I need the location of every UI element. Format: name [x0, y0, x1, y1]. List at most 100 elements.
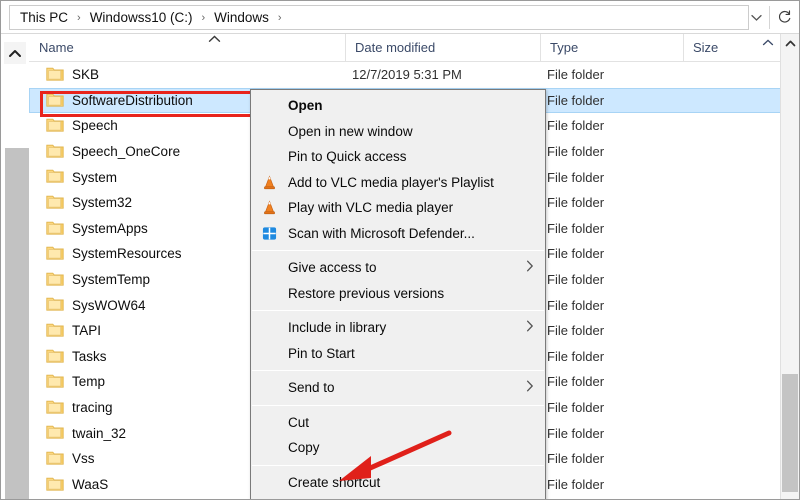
file-name-cell: Speech_OneCore — [72, 144, 181, 160]
menu-item-label: Cut — [288, 414, 310, 430]
column-header-type[interactable]: Type — [541, 34, 684, 61]
folder-icon — [46, 373, 64, 388]
file-name-cell: WaaS — [72, 476, 109, 492]
left-scroll-strip — [1, 34, 29, 499]
column-header-date-modified[interactable]: Date modified — [346, 34, 541, 61]
file-name-cell: SKB — [72, 67, 100, 83]
type-cell: File folder — [547, 323, 605, 339]
type-cell: File folder — [547, 400, 605, 416]
menu-separator — [252, 370, 544, 371]
folder-icon — [46, 194, 64, 209]
menu-item-play-with-vlc-media-player[interactable]: Play with VLC media player — [251, 195, 545, 221]
menu-item-copy[interactable]: Copy — [251, 435, 545, 461]
menu-item-label: Include in library — [288, 320, 387, 336]
menu-item-label: Copy — [288, 440, 320, 456]
file-explorer-window: This PC › Windowss10 (C:) › Windows › Na… — [0, 0, 800, 500]
menu-item-delete[interactable]: Delete — [251, 495, 545, 499]
file-name-cell: Vss — [72, 451, 95, 467]
file-name-cell: SystemApps — [72, 220, 148, 236]
breadcrumb-item-this-pc[interactable]: This PC — [18, 10, 70, 25]
scrollbar-thumb[interactable] — [782, 374, 798, 492]
table-row[interactable]: SKB 12/7/2019 5:31 PM File folder — [29, 62, 783, 88]
file-name-cell: Temp — [72, 374, 106, 390]
folder-icon — [46, 92, 64, 107]
folder-icon — [46, 424, 64, 439]
menu-item-include-in-library[interactable]: Include in library — [251, 315, 545, 341]
breadcrumb-item-drive[interactable]: Windowss10 (C:) — [88, 10, 195, 25]
address-divider — [769, 6, 770, 29]
scrollbar-track-left[interactable] — [3, 72, 29, 499]
menu-item-label: Scan with Microsoft Defender... — [288, 225, 475, 241]
menu-item-restore-previous-versions[interactable]: Restore previous versions — [251, 281, 545, 307]
menu-item-scan-with-microsoft-defender[interactable]: Scan with Microsoft Defender... — [251, 221, 545, 247]
menu-item-open[interactable]: Open — [251, 93, 545, 119]
type-cell: File folder — [547, 297, 605, 313]
scrollbar-thumb-left[interactable] — [5, 148, 29, 499]
menu-item-give-access-to[interactable]: Give access to — [251, 255, 545, 281]
folder-icon — [46, 296, 64, 311]
folder-icon — [46, 168, 64, 184]
menu-item-pin-to-start[interactable]: Pin to Start — [251, 341, 545, 367]
menu-item-label: Open — [288, 98, 323, 114]
type-cell: File folder — [547, 220, 605, 236]
file-name-cell: TAPI — [72, 323, 102, 339]
file-name-cell: Tasks — [72, 348, 107, 364]
menu-item-send-to[interactable]: Send to — [251, 375, 545, 401]
vertical-scrollbar[interactable] — [780, 34, 799, 499]
file-name-cell: SoftwareDistribution — [72, 92, 193, 108]
menu-item-add-to-vlc-media-player-s-playlist[interactable]: Add to VLC media player's Playlist — [251, 170, 545, 196]
scroll-up-button-left[interactable] — [4, 42, 26, 64]
vlc-cone-icon — [261, 199, 278, 216]
type-cell: File folder — [547, 144, 605, 160]
menu-item-pin-to-quick-access[interactable]: Pin to Quick access — [251, 144, 545, 170]
column-options-chevron-icon[interactable] — [762, 37, 774, 49]
chevron-right-icon — [526, 380, 534, 395]
type-cell: File folder — [547, 118, 605, 134]
file-name-cell: System — [72, 169, 118, 185]
address-bar: This PC › Windowss10 (C:) › Windows › — [1, 1, 799, 34]
menu-item-label: Send to — [288, 380, 335, 396]
type-cell: File folder — [547, 374, 605, 390]
type-cell: File folder — [547, 246, 605, 262]
folder-icon — [46, 245, 64, 260]
folder-icon — [46, 348, 64, 363]
menu-item-cut[interactable]: Cut — [251, 410, 545, 436]
chevron-right-icon — [526, 260, 534, 275]
folder-icon — [46, 322, 64, 337]
type-cell: File folder — [547, 425, 605, 441]
chevron-right-icon — [526, 320, 534, 335]
file-name-cell: Speech — [72, 118, 118, 134]
chevron-down-icon[interactable] — [743, 6, 769, 29]
defender-icon — [261, 225, 278, 242]
type-cell: File folder — [547, 476, 605, 492]
menu-item-create-shortcut[interactable]: Create shortcut — [251, 470, 545, 496]
scroll-up-button[interactable] — [781, 34, 799, 52]
menu-item-open-in-new-window[interactable]: Open in new window — [251, 119, 545, 145]
folder-icon — [46, 476, 64, 491]
column-header-name[interactable]: Name — [30, 34, 346, 61]
type-cell: File folder — [547, 169, 605, 185]
menu-item-label: Play with VLC media player — [288, 200, 454, 216]
column-header-size[interactable]: Size — [684, 34, 779, 61]
breadcrumb: This PC › Windowss10 (C:) › Windows › — [18, 6, 289, 29]
menu-item-label: Give access to — [288, 260, 377, 276]
file-name-cell: SysWOW64 — [72, 297, 146, 313]
type-cell: File folder — [547, 272, 605, 288]
column-header-row: Name Date modified Type Size — [1, 34, 799, 62]
refresh-icon[interactable] — [771, 6, 797, 29]
menu-separator — [252, 310, 544, 311]
type-cell: File folder — [547, 348, 605, 364]
menu-item-label: Pin to Quick access — [288, 149, 407, 165]
breadcrumb-item-windows[interactable]: Windows — [212, 10, 271, 25]
file-name-cell: System32 — [72, 195, 133, 211]
menu-separator — [252, 464, 544, 466]
date-modified-cell: 12/7/2019 5:31 PM — [352, 67, 462, 83]
folder-icon — [46, 220, 64, 235]
menu-item-label: Add to VLC media player's Playlist — [288, 174, 494, 190]
column-header-size-label: Size — [693, 40, 719, 55]
type-cell: File folder — [547, 451, 605, 467]
menu-separator — [252, 250, 544, 251]
address-input[interactable]: This PC › Windowss10 (C:) › Windows › — [9, 5, 749, 30]
file-name-cell: twain_32 — [72, 425, 127, 441]
context-menu[interactable]: Open Open in new window Pin to Quick acces… — [250, 89, 546, 499]
